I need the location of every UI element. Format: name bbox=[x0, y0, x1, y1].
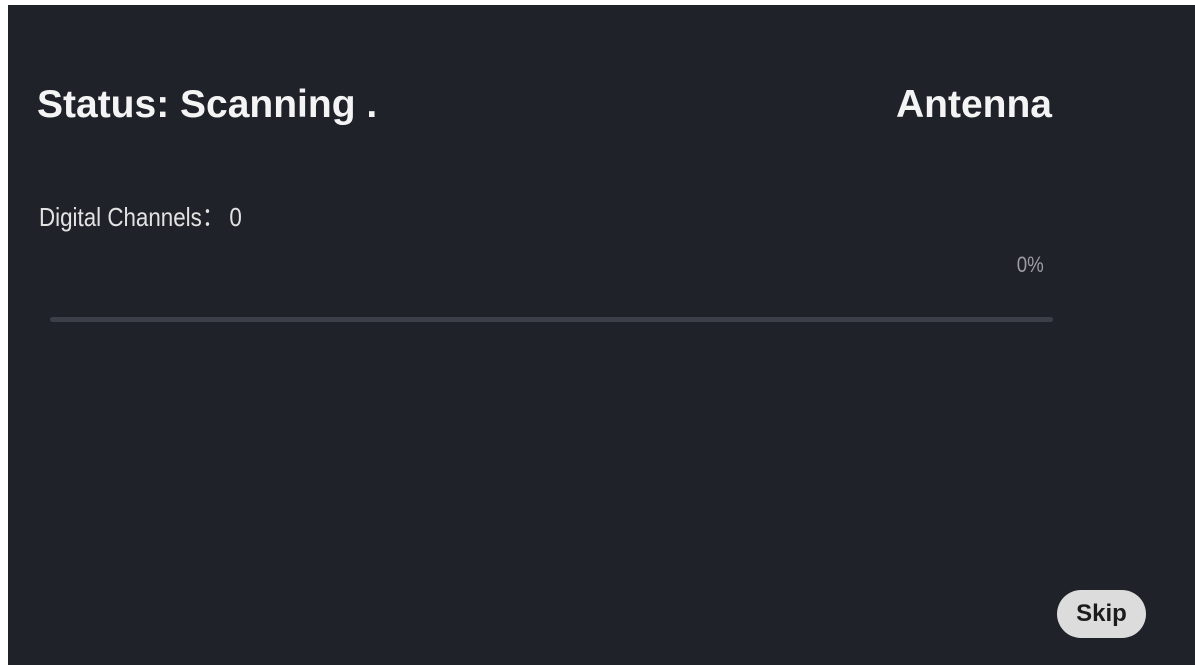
scan-progress-percent: 0% bbox=[1016, 252, 1044, 277]
skip-button[interactable]: Skip bbox=[1057, 590, 1146, 638]
digital-channels-label: Digital Channels： bbox=[39, 202, 225, 232]
signal-source-label: Antenna bbox=[896, 83, 1052, 126]
scan-progress-bar bbox=[50, 317, 1053, 322]
channel-scan-screen: Status: Scanning . Antenna Digital Chann… bbox=[8, 5, 1195, 665]
scan-status-title: Status: Scanning . bbox=[37, 83, 378, 126]
digital-channels-row: Digital Channels： 0 bbox=[39, 204, 242, 230]
digital-channels-count: 0 bbox=[229, 202, 242, 232]
